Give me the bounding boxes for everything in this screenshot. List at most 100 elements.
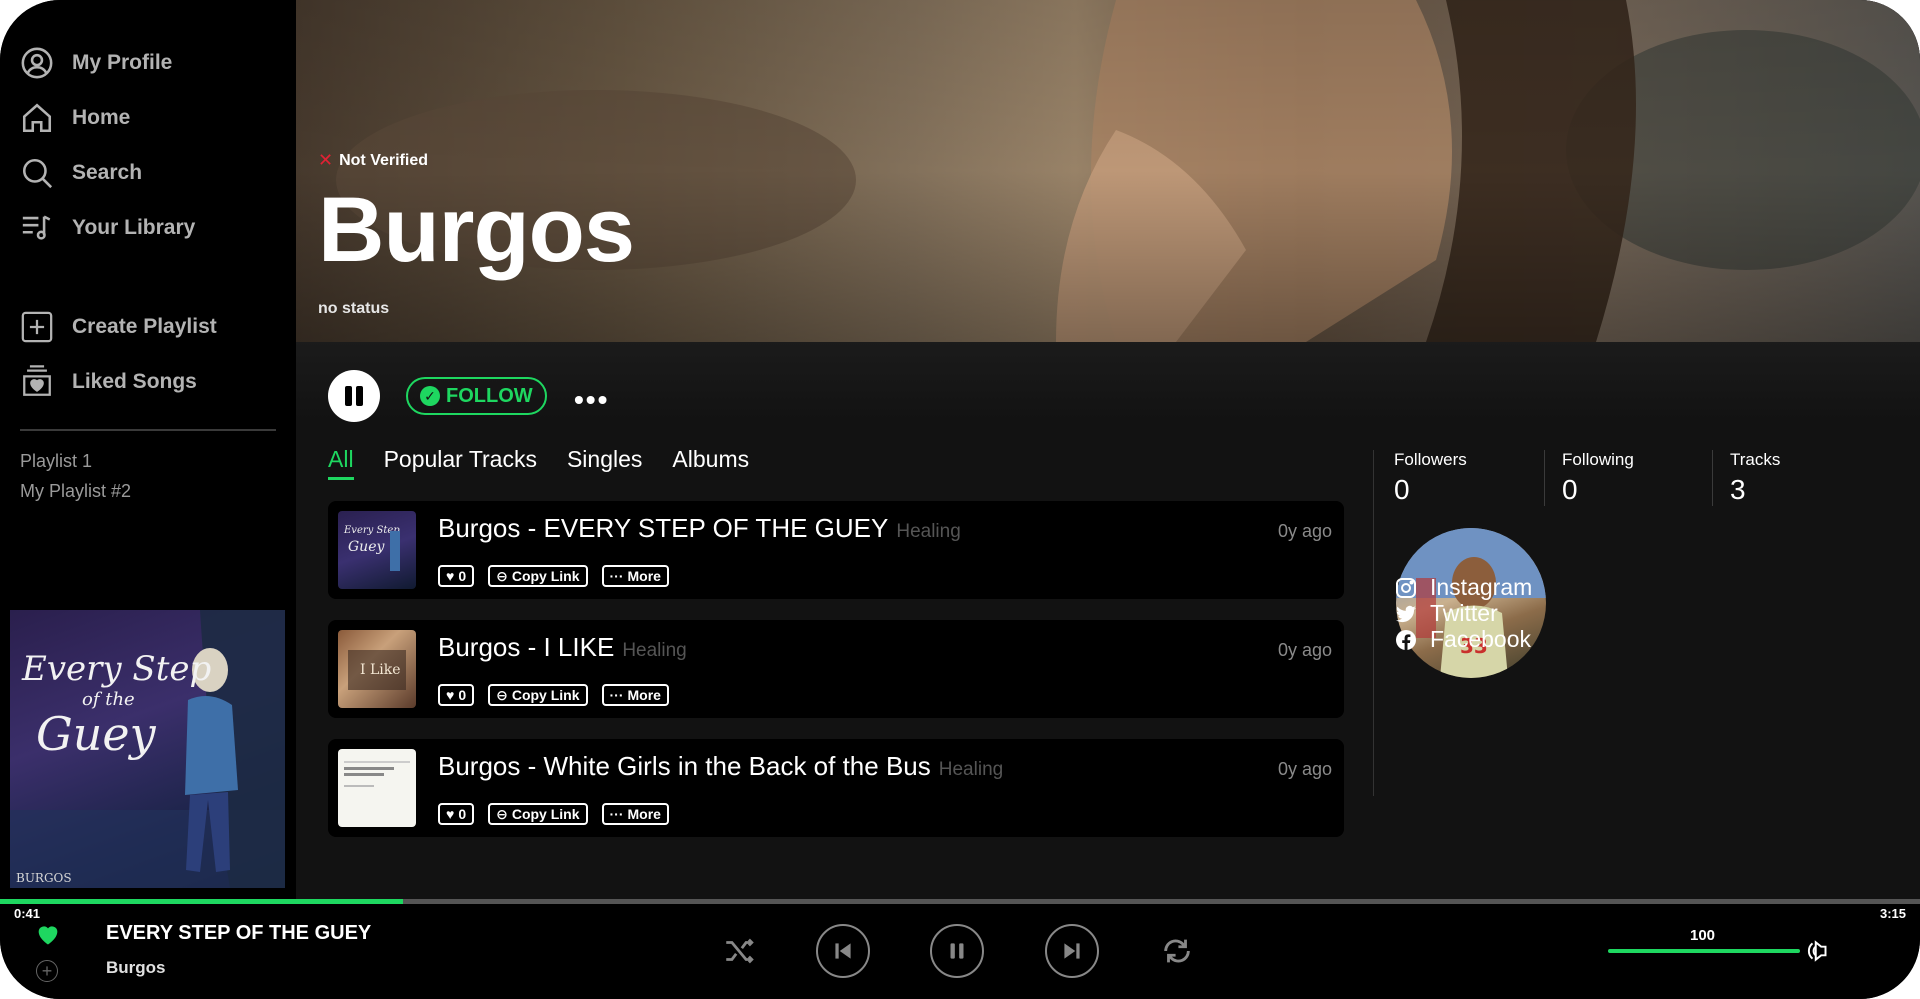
plus-square-icon (21, 311, 53, 343)
more-options-icon[interactable]: ••• (574, 384, 609, 416)
tracks-count: 3 (1730, 474, 1746, 505)
sidebar-divider (20, 429, 276, 431)
tab-all[interactable]: All (328, 446, 354, 480)
artist-content: ✓ FOLLOW ••• All Popular Tracks Singles … (296, 342, 1920, 900)
track-row[interactable]: Burgos - White Girls in the Back of the … (328, 739, 1344, 837)
copy-link-button[interactable]: ⊖ Copy Link (488, 565, 588, 587)
pause-icon (356, 386, 363, 406)
track-genre: Healing (622, 640, 687, 661)
like-button[interactable]: ♥ 0 (438, 803, 475, 825)
volume-icon[interactable] (1806, 938, 1832, 964)
svg-text:Guey: Guey (348, 539, 385, 555)
artist-name: Burgos (318, 179, 635, 281)
svg-text:I Like: I Like (360, 662, 401, 678)
copy-link-button[interactable]: ⊖ Copy Link (488, 803, 588, 825)
volume-slider[interactable] (1608, 949, 1800, 953)
nav-my-profile-label: My Profile (72, 51, 173, 74)
now-playing-artist[interactable]: Burgos (106, 958, 166, 978)
repeat-icon[interactable] (1160, 934, 1194, 968)
create-playlist-button[interactable]: Create Playlist (20, 310, 217, 344)
track-cover-art: I Like (338, 630, 416, 708)
copy-link-label: Copy Link (511, 687, 580, 703)
tab-popular-tracks[interactable]: Popular Tracks (384, 446, 537, 480)
nav-your-library[interactable]: Your Library (20, 211, 195, 245)
link-icon: ⊖ (496, 805, 508, 822)
follow-button[interactable]: ✓ FOLLOW (406, 377, 547, 415)
heart-icon: ♥ (446, 806, 455, 822)
artist-header: ✕ Not Verified Burgos no status (296, 0, 1920, 342)
stat-separator (1544, 450, 1545, 506)
social-facebook-link[interactable]: Facebook (1394, 626, 1531, 653)
followers-count: 0 (1394, 474, 1410, 505)
tracks-label: Tracks (1730, 450, 1781, 469)
following-label: Following (1562, 450, 1634, 469)
home-icon (22, 103, 52, 133)
add-icon[interactable]: + (36, 960, 58, 982)
twitter-icon (1396, 605, 1416, 622)
like-button[interactable]: ♥ 0 (438, 565, 475, 587)
main-content: ✕ Not Verified Burgos no status ✓ FOLLOW… (296, 0, 1920, 900)
artist-status: no status (318, 300, 390, 317)
track-title-line: Burgos - White Girls in the Back of the … (438, 751, 1003, 782)
more-button[interactable]: ··· More (601, 684, 669, 706)
track-time: 0y ago (1277, 521, 1332, 541)
ellipsis-icon: ··· (609, 806, 624, 822)
now-playing-title: EVERY STEP OF THE GUEY (106, 922, 372, 944)
twitter-label: Twitter (1430, 600, 1498, 626)
verification-label: Not Verified (339, 151, 428, 169)
tracks-stat: Tracks 3 (1730, 450, 1780, 506)
followers-stat: Followers 0 (1394, 450, 1467, 506)
pause-button[interactable] (930, 924, 984, 978)
track-title[interactable]: Burgos - EVERY STEP OF THE GUEY (438, 513, 888, 543)
nav-home[interactable]: Home (20, 101, 130, 135)
shuffle-icon[interactable] (722, 934, 756, 968)
link-icon: ⊖ (496, 686, 508, 703)
stats-divider (1373, 450, 1374, 796)
track-genre: Healing (896, 521, 961, 542)
previous-button[interactable] (816, 924, 870, 978)
copy-link-label: Copy Link (511, 568, 580, 584)
track-title[interactable]: Burgos - I LIKE (438, 632, 614, 662)
playlist-link[interactable]: Playlist 1 (20, 451, 92, 472)
copy-link-label: Copy Link (511, 806, 580, 822)
next-button[interactable] (1045, 924, 1099, 978)
more-label: More (627, 568, 661, 584)
heart-icon: ♥ (446, 568, 455, 584)
ellipsis-icon: ··· (609, 687, 624, 703)
tab-albums[interactable]: Albums (672, 446, 749, 480)
social-instagram-link[interactable]: Instagram (1394, 574, 1532, 601)
pause-button[interactable] (328, 370, 380, 422)
nav-my-profile[interactable]: My Profile (20, 46, 172, 80)
track-actions: ♥ 0 ⊖ Copy Link ··· More (438, 684, 669, 706)
svg-text:Guey: Guey (36, 707, 157, 761)
heart-icon[interactable] (34, 920, 62, 948)
like-button[interactable]: ♥ 0 (438, 684, 475, 706)
create-playlist-label: Create Playlist (72, 315, 217, 338)
track-title-line: Burgos - EVERY STEP OF THE GUEY Healing (438, 513, 961, 544)
nav-home-label: Home (72, 106, 131, 129)
more-button[interactable]: ··· More (601, 565, 669, 587)
liked-songs-button[interactable]: Liked Songs (20, 365, 197, 399)
following-stat: Following 0 (1562, 450, 1634, 506)
library-icon (22, 215, 51, 240)
skip-back-icon (835, 943, 851, 959)
now-playing-cover-art: Every Step of the Guey BURGOS (10, 610, 285, 888)
copy-link-button[interactable]: ⊖ Copy Link (488, 684, 588, 706)
track-time: 0y ago (1277, 759, 1332, 779)
track-actions: ♥ 0 ⊖ Copy Link ··· More (438, 803, 669, 825)
track-row[interactable]: I Like Burgos - I LIKE Healing 0y ago ♥ 0 … (328, 620, 1344, 718)
app-window: My Profile Home Search Your Library Crea… (0, 0, 1920, 999)
tab-singles[interactable]: Singles (567, 446, 642, 480)
playlist-link[interactable]: My Playlist #2 (20, 481, 131, 502)
liked-songs-label: Liked Songs (72, 370, 197, 393)
skip-forward-icon (1064, 943, 1080, 959)
instagram-label: Instagram (1430, 574, 1533, 600)
social-twitter-link[interactable]: Twitter (1394, 600, 1498, 627)
track-row[interactable]: Every Step Guey Burgos - EVERY STEP OF TH… (328, 501, 1344, 599)
verification-status: ✕ Not Verified (318, 150, 428, 171)
nav-search[interactable]: Search (20, 156, 142, 190)
check-icon: ✓ (420, 386, 440, 406)
track-title[interactable]: Burgos - White Girls in the Back of the … (438, 751, 931, 781)
track-genre: Healing (938, 759, 1004, 780)
more-button[interactable]: ··· More (601, 803, 669, 825)
